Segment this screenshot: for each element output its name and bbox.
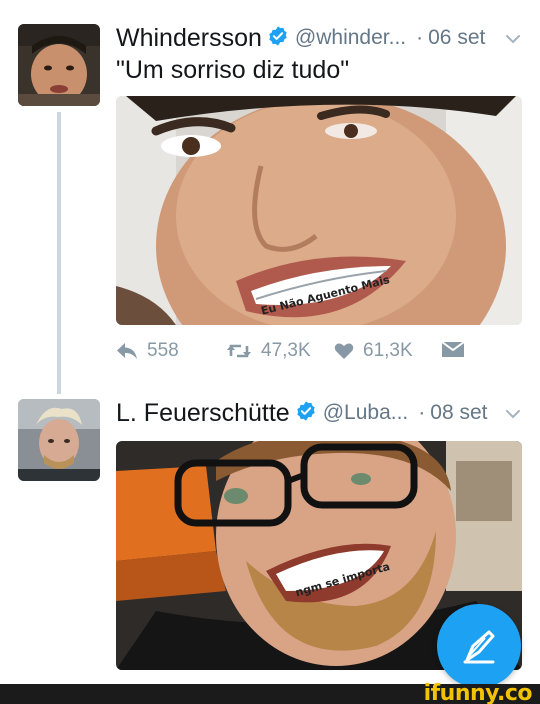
heart-icon — [334, 343, 354, 359]
tweet-photo[interactable]: Eu Não Aguento Mais — [116, 96, 522, 325]
like-count: 61,3K — [363, 340, 413, 361]
thread-connector-line — [57, 112, 61, 394]
tweet-header: Whindersson @whinder... · 06 set — [116, 22, 485, 54]
tweet-timestamp[interactable]: 06 set — [428, 26, 485, 50]
author-handle[interactable]: @Luba... — [323, 401, 409, 425]
verified-badge-icon — [295, 400, 317, 427]
tweet-header: L. Feuerschütte @Luba... · 08 set — [116, 397, 487, 429]
ifunny-watermark: ifunny.co — [423, 681, 533, 704]
tweet-text: "Um sorriso diz tudo" — [116, 56, 350, 84]
retweet-button[interactable]: 47,3K — [226, 340, 311, 362]
author-name[interactable]: L. Feuerschütte — [116, 399, 290, 428]
separator-dot: · — [416, 26, 424, 49]
like-button[interactable]: 61,3K — [334, 340, 413, 362]
chevron-down-icon[interactable] — [504, 32, 522, 46]
direct-message-button[interactable] — [441, 340, 474, 360]
author-handle[interactable]: @whinder... — [295, 26, 406, 50]
direct-message-icon — [441, 341, 465, 357]
avatar-feuerschutte[interactable] — [18, 399, 100, 481]
reply-button[interactable]: 558 — [116, 340, 179, 362]
reply-icon — [117, 343, 137, 359]
verified-badge-icon — [267, 25, 289, 52]
tweet-actions: 558 47,3K 61,3K — [116, 340, 522, 366]
reply-count: 558 — [147, 340, 179, 361]
retweet-icon — [227, 344, 251, 358]
watermark-bar: ifunny.co — [0, 681, 540, 704]
tweet-timestamp[interactable]: 08 set — [430, 401, 487, 425]
compose-tweet-icon — [463, 630, 495, 664]
retweet-count: 47,3K — [261, 340, 311, 361]
compose-tweet-button[interactable] — [437, 604, 521, 688]
separator-dot: · — [418, 401, 426, 424]
author-name[interactable]: Whindersson — [116, 24, 262, 53]
avatar-whindersson[interactable] — [18, 24, 100, 106]
chevron-down-icon[interactable] — [504, 407, 522, 421]
